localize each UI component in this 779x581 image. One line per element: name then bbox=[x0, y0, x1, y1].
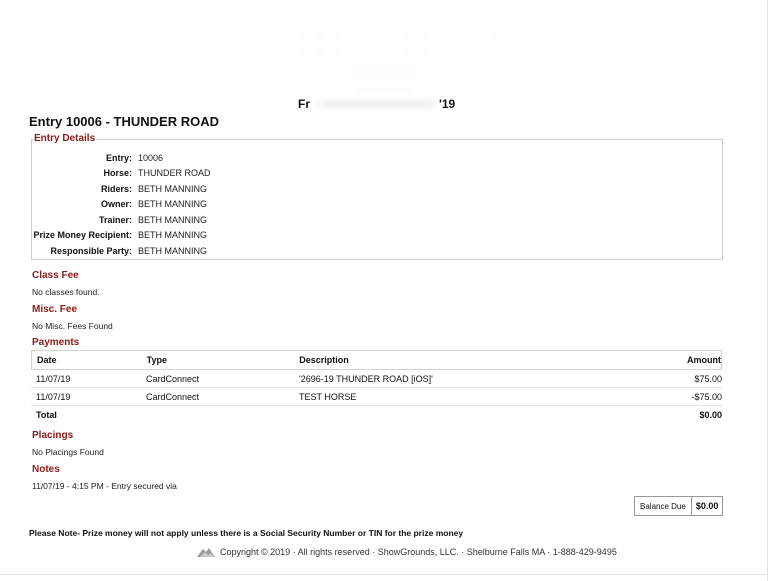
detail-label: Entry: bbox=[105, 152, 132, 163]
detail-label: Horse: bbox=[103, 168, 132, 179]
detail-value: THUNDER ROAD bbox=[138, 168, 211, 179]
balance-due-label: Balance Due bbox=[635, 497, 692, 515]
misc-fee-empty-text: No Misc. Fees Found bbox=[32, 321, 113, 331]
notes-title: Notes bbox=[32, 464, 60, 475]
redacted-address: · · · · · · · · · · bbox=[351, 66, 417, 78]
table-row: 11/07/19 CardConnect '2696-19 THUNDER RO… bbox=[31, 370, 722, 388]
placings-title: Placings bbox=[32, 430, 74, 441]
redacted-city: · · · · · · · · bbox=[358, 84, 410, 96]
col-header-amount: Amount bbox=[686, 355, 721, 365]
total-label: Total bbox=[36, 409, 57, 420]
detail-value: 10006 bbox=[138, 152, 164, 163]
cell-amount: $75.00 bbox=[694, 373, 722, 384]
cell-type: CardConnect bbox=[146, 373, 200, 384]
redacted-date-line: Fr '19 bbox=[0, 97, 768, 113]
footer: Copyright © 2019 · All rights reserved ·… bbox=[196, 546, 617, 558]
cell-amount: -$75.00 bbox=[691, 391, 722, 402]
redacted-show-subtitle: · · · · · · · · · · · · bbox=[283, 46, 485, 56]
payments-table: Date Type Description Amount 11/07/19 Ca… bbox=[31, 350, 722, 423]
detail-label: Prize Money Recipient: bbox=[33, 230, 132, 241]
detail-value: BETH MANNING bbox=[138, 245, 208, 256]
page-edge-bottom bbox=[0, 574, 768, 575]
date-fragment-year: '19 bbox=[439, 97, 456, 111]
col-header-type: Type bbox=[146, 355, 168, 365]
footer-copyright: Copyright © 2019 · All rights reserved ·… bbox=[220, 547, 617, 557]
detail-row-horse: Horse: THUNDER ROAD bbox=[31, 166, 211, 182]
detail-row-riders: Riders: BETH MANNING bbox=[31, 181, 211, 197]
class-fee-empty-text: No classes found. bbox=[32, 287, 100, 297]
entry-details-list: Entry: 10006 Horse: THUNDER ROAD Riders:… bbox=[31, 150, 211, 259]
cell-date: 11/07/19 bbox=[36, 373, 71, 384]
detail-value: BETH MANNING bbox=[138, 214, 208, 225]
redacted-date-middle bbox=[320, 101, 434, 107]
payments-title: Payments bbox=[32, 337, 80, 348]
detail-label: Responsible Party: bbox=[50, 245, 132, 256]
payments-total-row: Total $0.00 bbox=[31, 406, 722, 423]
detail-label: Owner: bbox=[100, 199, 132, 210]
class-fee-title: Class Fee bbox=[32, 270, 79, 281]
page-title: Entry 10006 - THUNDER ROAD bbox=[29, 114, 219, 129]
table-row: 11/07/19 CardConnect TEST HORSE -$75.00 bbox=[31, 388, 722, 406]
placings-empty-text: No Placings Found bbox=[32, 447, 104, 457]
showgrounds-logo-icon bbox=[197, 548, 215, 557]
total-amount: $0.00 bbox=[699, 409, 722, 420]
detail-row-owner: Owner: BETH MANNING bbox=[31, 197, 211, 213]
date-fragment-start: Fr bbox=[298, 97, 310, 111]
detail-label: Riders: bbox=[100, 183, 132, 194]
balance-due-value: $0.00 bbox=[695, 501, 719, 511]
payments-header-row: Date Type Description Amount bbox=[31, 350, 722, 370]
misc-fee-title: Misc. Fee bbox=[32, 304, 78, 315]
balance-due-box: Balance Due $0.00 bbox=[634, 496, 724, 516]
cell-type: CardConnect bbox=[146, 391, 200, 402]
col-header-description: Description bbox=[299, 355, 349, 365]
detail-value: BETH MANNING bbox=[138, 230, 208, 241]
entry-details-legend: Entry Details bbox=[33, 133, 97, 144]
col-header-date: Date bbox=[37, 355, 57, 365]
detail-value: BETH MANNING bbox=[138, 199, 208, 210]
detail-row-entry: Entry: 10006 bbox=[31, 150, 211, 166]
notes-text: 11/07/19 - 4:15 PM - Entry secured via bbox=[32, 481, 177, 491]
detail-row-trainer: Trainer: BETH MANNING bbox=[31, 212, 211, 228]
detail-row-responsible-party: Responsible Party: BETH MANNING bbox=[31, 243, 211, 259]
detail-row-prize-recipient: Prize Money Recipient: BETH MANNING bbox=[31, 228, 211, 244]
cell-description: '2696-19 THUNDER ROAD [iOS]' bbox=[299, 373, 433, 384]
cell-description: TEST HORSE bbox=[299, 391, 357, 402]
cell-date: 11/07/19 bbox=[36, 391, 71, 402]
redacted-show-name: · · · · · · · · · · · · · · bbox=[265, 30, 503, 40]
detail-label: Trainer: bbox=[98, 214, 132, 225]
detail-value: BETH MANNING bbox=[138, 183, 208, 194]
prize-money-note: Please Note- Prize money will not apply … bbox=[29, 528, 464, 538]
